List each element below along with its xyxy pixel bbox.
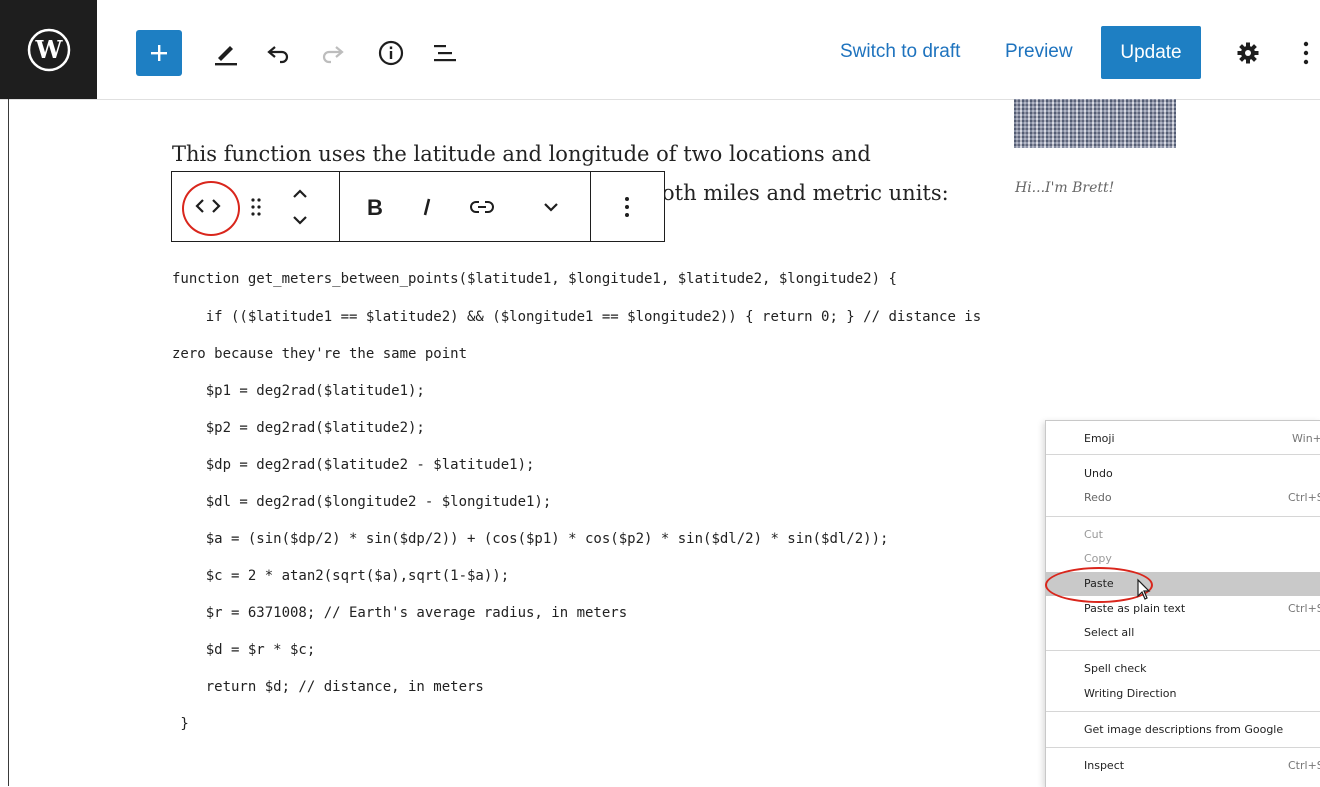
toolbar-divider	[590, 172, 591, 241]
menu-item-label: Cut	[1084, 528, 1103, 541]
menu-item-writing-direction[interactable]: Writing Direction	[1046, 682, 1320, 706]
menu-item-redo[interactable]: Redo Ctrl+S	[1046, 486, 1320, 510]
gear-icon	[1237, 42, 1259, 64]
author-photo	[1014, 99, 1176, 148]
undo-button[interactable]	[263, 38, 293, 68]
paragraph-line-1[interactable]: This function uses the latitude and long…	[172, 138, 1012, 170]
add-block-button[interactable]	[136, 30, 182, 76]
chevron-down-icon	[293, 216, 307, 225]
menu-item-undo[interactable]: Undo	[1046, 462, 1320, 486]
list-view-button[interactable]	[428, 36, 462, 70]
pencil-icon	[215, 46, 237, 66]
menu-separator	[1046, 516, 1320, 517]
menu-shortcut: Ctrl+S	[1288, 759, 1320, 772]
editor-top-toolbar: W Switch to draft Preview Update	[0, 0, 1320, 100]
menu-item-cut: Cut	[1046, 523, 1320, 547]
menu-item-label: Get image descriptions from Google	[1084, 723, 1284, 736]
plus-icon	[151, 45, 167, 61]
link-button[interactable]	[466, 192, 498, 222]
update-button[interactable]: Update	[1101, 26, 1201, 79]
move-up-button[interactable]	[286, 182, 314, 206]
menu-separator	[1046, 711, 1320, 712]
content-edge-divider	[8, 99, 9, 786]
code-line: return $d; // distance, in meters	[172, 679, 484, 695]
list-view-icon	[434, 45, 456, 62]
menu-item-label: Inspect	[1084, 759, 1125, 772]
info-icon	[378, 40, 404, 66]
edit-tools-button[interactable]	[208, 36, 242, 70]
drag-handle[interactable]	[244, 192, 268, 222]
code-line: $p2 = deg2rad($latitude2);	[172, 420, 425, 436]
menu-item-inspect[interactable]: Inspect Ctrl+S	[1046, 754, 1320, 778]
menu-item-label: Undo	[1084, 467, 1113, 480]
code-line: $r = 6371008; // Earth's average radius,…	[172, 605, 628, 621]
undo-icon	[267, 46, 289, 64]
annotation-circle-code-button	[182, 181, 240, 236]
wordpress-logo-icon[interactable]: W	[0, 0, 97, 99]
toolbar-divider	[339, 172, 340, 241]
code-line: }	[172, 716, 189, 732]
context-menu: Emoji Win+ Undo Redo Ctrl+S Cut Copy Pas…	[1045, 420, 1320, 787]
menu-shortcut: Ctrl+S	[1288, 491, 1320, 504]
menu-item-label: Emoji	[1084, 432, 1115, 445]
vertical-ellipsis-icon	[1303, 41, 1309, 65]
link-icon	[470, 201, 494, 213]
chevron-down-icon	[544, 203, 558, 212]
italic-button[interactable]	[412, 192, 442, 222]
vertical-ellipsis-icon	[625, 197, 629, 217]
menu-separator	[1046, 650, 1320, 651]
mouse-cursor-icon	[1137, 578, 1151, 600]
menu-item-label: Paste as plain text	[1084, 602, 1186, 615]
code-line: $dl = deg2rad($longitude2 - $longitude1)…	[172, 494, 552, 510]
code-line: function get_meters_between_points($lati…	[172, 271, 897, 287]
bold-icon: B	[367, 196, 383, 218]
menu-item-label: Writing Direction	[1084, 687, 1177, 700]
menu-item-label: Redo	[1084, 491, 1112, 504]
block-options-button[interactable]	[613, 192, 641, 222]
switch-to-draft-button[interactable]: Switch to draft	[840, 41, 960, 63]
move-down-button[interactable]	[286, 208, 314, 232]
menu-shortcut: Ctrl+S	[1288, 602, 1320, 615]
menu-item-label: Select all	[1084, 626, 1135, 639]
more-options-button[interactable]	[1296, 36, 1316, 70]
svg-text:W: W	[34, 35, 63, 64]
paragraph-line-2[interactable]: oth miles and metric units:	[662, 181, 949, 205]
menu-shortcut: Win+	[1292, 432, 1320, 445]
menu-item-emoji[interactable]: Emoji Win+	[1046, 427, 1320, 451]
bold-button[interactable]: B	[360, 192, 390, 222]
menu-item-image-descriptions[interactable]: Get image descriptions from Google	[1046, 718, 1320, 742]
chevron-up-icon	[293, 189, 307, 198]
drag-handle-icon	[251, 198, 261, 216]
menu-item-spell-check[interactable]: Spell check	[1046, 657, 1320, 681]
author-caption: Hi...I'm Brett!	[1015, 180, 1115, 196]
code-line: $dp = deg2rad($latitude2 - $latitude1);	[172, 457, 535, 473]
menu-item-select-all[interactable]: Select all	[1046, 621, 1320, 645]
code-line: $p1 = deg2rad($latitude1);	[172, 383, 425, 399]
code-line: $d = $r * $c;	[172, 642, 316, 658]
block-toolbar: B	[171, 171, 665, 242]
italic-icon	[423, 198, 431, 216]
menu-separator	[1046, 747, 1320, 748]
details-button[interactable]	[374, 36, 408, 70]
settings-button[interactable]	[1233, 38, 1263, 68]
code-line: $c = 2 * atan2(sqrt($a),sqrt(1-$a));	[172, 568, 510, 584]
svg-text:B: B	[367, 196, 383, 218]
preview-button[interactable]: Preview	[1005, 41, 1073, 63]
redo-icon	[322, 46, 344, 64]
code-line: if (($latitude1 == $latitude2) && ($long…	[172, 309, 982, 325]
code-line: $a = (sin($dp/2) * sin($dp/2)) + (cos($p…	[172, 531, 889, 547]
more-formatting-button[interactable]	[536, 192, 566, 222]
redo-button[interactable]	[318, 38, 348, 68]
menu-item-label: Copy	[1084, 552, 1112, 565]
code-line: zero because they're the same point	[172, 346, 468, 362]
menu-item-label: Spell check	[1084, 662, 1147, 675]
menu-separator	[1046, 454, 1320, 455]
